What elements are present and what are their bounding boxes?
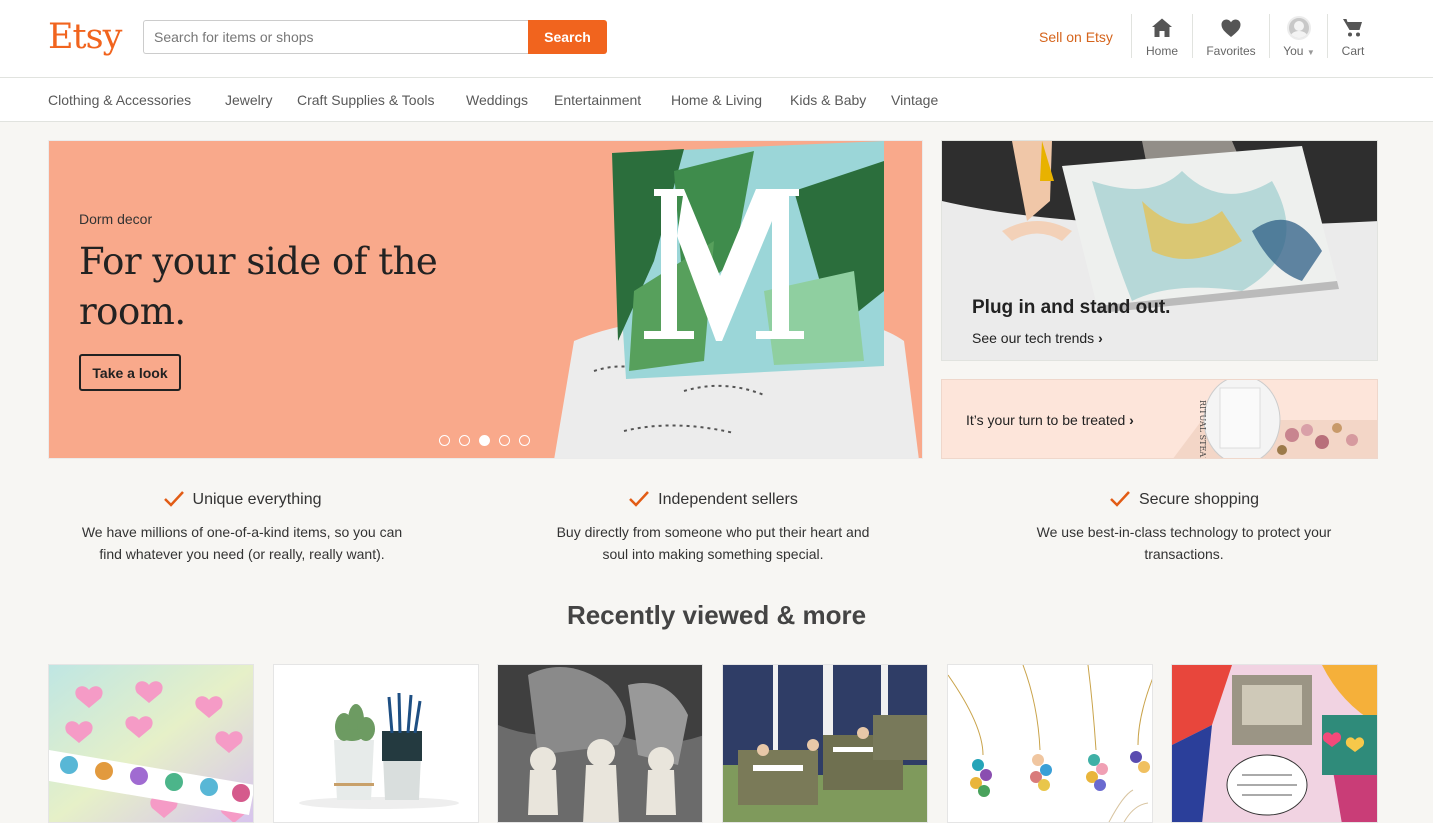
hero-banner[interactable]: Dorm decor For your side of the room. Ta… <box>48 140 923 459</box>
hero-kicker: Dorm decor <box>79 211 153 227</box>
you-text: You <box>1283 44 1304 58</box>
carousel-dot-active[interactable] <box>479 435 490 446</box>
recently-viewed-title: Recently viewed & more <box>566 600 867 630</box>
nav-cart-label: Cart <box>1341 44 1365 58</box>
heart-icon <box>1221 19 1241 37</box>
nav-you[interactable]: You ▼ <box>1276 16 1322 60</box>
value-prop-desc: We use best-in-class technology to prote… <box>1036 524 1332 562</box>
carousel-dot[interactable] <box>439 435 450 446</box>
sell-on-etsy-link[interactable]: Sell on Etsy <box>1039 29 1113 45</box>
chevron-right-icon: › <box>1129 412 1134 428</box>
take-a-look-button[interactable]: Take a look <box>79 354 181 391</box>
nav-divider <box>1269 14 1270 58</box>
listing-tile[interactable] <box>48 664 254 823</box>
value-prop-desc: We have millions of one-of-a-kind items,… <box>81 524 403 562</box>
carousel-dot[interactable] <box>519 435 530 446</box>
listing-tile[interactable] <box>722 664 928 823</box>
value-prop-desc: Buy directly from someone who put their … <box>556 524 870 562</box>
check-icon <box>163 491 184 507</box>
laptop-skin-image <box>942 141 1377 360</box>
treated-text: It’s your turn to be treated <box>966 412 1126 428</box>
hero-title: For your side of the room. <box>79 240 438 333</box>
listing-tile[interactable] <box>1171 664 1378 823</box>
chevron-right-icon: › <box>1098 330 1103 346</box>
value-prop-title: Secure shopping <box>1138 491 1260 508</box>
category-craft-supplies[interactable]: Craft Supplies & Tools <box>297 92 434 108</box>
nav-home[interactable]: Home <box>1132 16 1192 60</box>
listing-tile[interactable] <box>497 664 703 823</box>
listing-tile[interactable] <box>947 664 1153 823</box>
value-prop-header: Independent sellers <box>533 490 893 510</box>
value-prop-unique: Unique everything We have millions of on… <box>62 490 422 565</box>
search-button[interactable]: Search <box>528 20 607 54</box>
nav-favorites[interactable]: Favorites <box>1200 16 1262 60</box>
check-icon <box>629 491 650 507</box>
category-kids-baby[interactable]: Kids & Baby <box>790 92 866 108</box>
category-clothing[interactable]: Clothing & Accessories <box>48 92 191 108</box>
nav-you-label: You ▼ <box>1276 44 1322 60</box>
tech-trends-text: See our tech trends <box>972 330 1095 346</box>
value-prop-title: Unique everything <box>192 491 322 508</box>
check-icon <box>1110 491 1130 507</box>
gem-necklace-image <box>948 665 1152 822</box>
rainbow-pin-image <box>1172 665 1377 822</box>
ammo-box-image <box>723 665 927 822</box>
value-prop-header: Secure shopping <box>1004 490 1364 510</box>
nav-home-label: Home <box>1145 44 1178 58</box>
category-vintage[interactable]: Vintage <box>891 92 938 108</box>
nav-divider <box>1327 14 1328 58</box>
tech-promo[interactable]: Plug in and stand out. See our tech tren… <box>941 140 1378 361</box>
caret-down-icon: ▼ <box>1306 48 1315 57</box>
value-prop-sellers: Independent sellers Buy directly from so… <box>533 490 893 565</box>
avatar <box>1287 16 1311 40</box>
nav-divider <box>1192 14 1193 58</box>
value-prop-header: Unique everything <box>62 490 422 510</box>
etsy-logo[interactable]: Etsy <box>48 14 122 60</box>
value-prop-secure: Secure shopping We use best-in-class tec… <box>1004 490 1364 565</box>
category-weddings[interactable]: Weddings <box>466 92 528 108</box>
category-nav: Clothing & Accessories Jewelry Craft Sup… <box>0 78 1433 122</box>
treat-promo[interactable]: RITUAL STEAM It’s your turn to be treate… <box>941 379 1378 459</box>
value-prop-title: Independent sellers <box>658 491 798 508</box>
heart-stickers-image <box>49 665 253 822</box>
category-jewelry[interactable]: Jewelry <box>225 92 272 108</box>
carousel-dot[interactable] <box>459 435 470 446</box>
tech-trends-link[interactable]: See our tech trends › <box>972 330 1103 346</box>
nav-favorites-label: Favorites <box>1206 44 1256 58</box>
cart-icon <box>1343 19 1362 37</box>
listing-tile[interactable] <box>273 664 479 823</box>
vintage-figurines-image <box>498 665 702 822</box>
category-entertainment[interactable]: Entertainment <box>554 92 641 108</box>
pillow-image <box>534 141 922 458</box>
site-header: Etsy Search Sell on Etsy Home Favorites … <box>0 0 1433 78</box>
tech-promo-title: Plug in and stand out. <box>972 297 1171 318</box>
carousel-dot[interactable] <box>499 435 510 446</box>
svg-text:RITUAL STEAM: RITUAL STEAM <box>1198 400 1207 459</box>
nav-cart[interactable]: Cart <box>1334 16 1372 60</box>
category-home-living[interactable]: Home & Living <box>671 92 762 108</box>
succulent-planter-image <box>274 665 478 822</box>
home-icon <box>1152 18 1172 37</box>
carousel-dots <box>439 435 530 446</box>
search-input[interactable] <box>143 20 529 54</box>
treated-link[interactable]: It’s your turn to be treated › <box>966 412 1134 428</box>
